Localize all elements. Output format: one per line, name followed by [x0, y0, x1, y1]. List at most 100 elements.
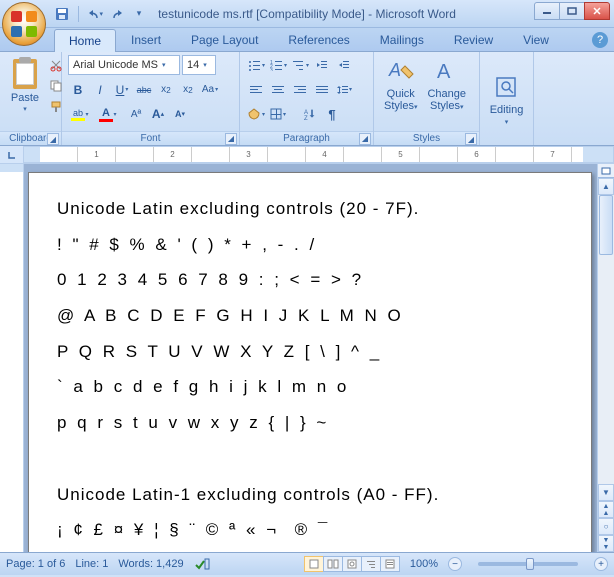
editing-label: Editing [490, 104, 524, 116]
italic-button[interactable]: I [90, 80, 110, 100]
borders-button[interactable]: ▾ [268, 104, 288, 124]
page-scroll-area[interactable]: Unicode Latin excluding controls (20 - 7… [24, 164, 597, 552]
tab-review[interactable]: Review [439, 28, 508, 51]
scroll-down-button[interactable]: ▼ [598, 484, 614, 501]
web-layout-view-button[interactable] [342, 556, 362, 572]
svg-text:Z: Z [304, 116, 308, 120]
bullets-button[interactable]: ▾ [246, 55, 266, 75]
close-button[interactable] [584, 2, 610, 20]
save-icon[interactable] [54, 6, 70, 22]
tab-page-layout[interactable]: Page Layout [176, 28, 273, 51]
svg-text:A: A [437, 61, 451, 83]
paragraph-dialog-launcher[interactable]: ◢ [359, 133, 371, 145]
zoom-level[interactable]: 100% [410, 558, 438, 570]
tab-view[interactable]: View [508, 28, 564, 51]
zoom-in-button[interactable]: + [594, 557, 608, 571]
editing-button[interactable]: Editing ▾ [486, 55, 527, 144]
sort-button[interactable]: AZ [300, 104, 320, 124]
align-left-button[interactable] [246, 80, 266, 100]
font-group-label: Font◢ [62, 131, 239, 145]
clear-formatting-button[interactable]: Aª [126, 104, 146, 124]
tab-home[interactable]: Home [54, 29, 116, 52]
help-icon[interactable]: ? [592, 32, 608, 48]
minimize-button[interactable] [534, 2, 560, 20]
shading-button[interactable]: ▾ [246, 104, 266, 124]
status-line[interactable]: Line: 1 [75, 558, 108, 570]
font-name-combo[interactable]: Arial Unicode MS▾ [68, 55, 180, 75]
draft-view-button[interactable] [380, 556, 400, 572]
statusbar: Page: 1 of 6 Line: 1 Words: 1,429 100% −… [0, 552, 614, 575]
tab-selector[interactable] [0, 146, 24, 163]
clipboard-dialog-launcher[interactable]: ◢ [47, 133, 59, 145]
zoom-out-button[interactable]: − [448, 557, 462, 571]
window-title: testunicode ms.rtf [Compatibility Mode] … [158, 7, 456, 21]
maximize-button[interactable] [559, 2, 585, 20]
browse-object-button[interactable]: ○ [598, 518, 614, 535]
grow-font-button[interactable]: A▴ [148, 104, 168, 124]
quick-styles-button[interactable]: A QuickStyles▾ [380, 55, 421, 129]
tab-mailings[interactable]: Mailings [365, 28, 439, 51]
shrink-font-button[interactable]: A▾ [170, 104, 190, 124]
office-button[interactable] [2, 2, 46, 46]
next-page-button[interactable]: ▼▼ [598, 535, 614, 552]
change-case-button[interactable]: Aa▾ [200, 80, 220, 100]
line-spacing-button[interactable]: ▾ [334, 80, 354, 100]
fullscreen-reading-view-button[interactable] [323, 556, 343, 572]
highlight-button[interactable]: ab▾ [68, 104, 88, 124]
spellcheck-icon[interactable] [194, 557, 210, 571]
status-words[interactable]: Words: 1,429 [118, 558, 183, 570]
qat-customize-icon[interactable]: ▾ [131, 6, 147, 22]
increase-indent-button[interactable] [334, 55, 354, 75]
group-clipboard: Paste ▾ Clipboard◢ [0, 52, 62, 145]
status-page[interactable]: Page: 1 of 6 [6, 558, 65, 570]
tab-references[interactable]: References [273, 28, 364, 51]
align-right-button[interactable] [290, 80, 310, 100]
show-marks-button[interactable]: ¶ [322, 104, 342, 124]
bold-button[interactable]: B [68, 80, 88, 100]
group-editing: Editing ▾ [480, 52, 534, 145]
scroll-up-button[interactable]: ▲ [598, 178, 614, 195]
zoom-slider[interactable] [478, 562, 578, 566]
underline-button[interactable]: U▾ [112, 80, 132, 100]
ribbon: Paste ▾ Clipboard◢ Arial Unicode MS▾ 14▾… [0, 52, 614, 146]
page-content[interactable]: Unicode Latin excluding controls (20 - 7… [57, 191, 563, 552]
decrease-indent-button[interactable] [312, 55, 332, 75]
change-styles-button[interactable]: A ChangeStyles▾ [423, 55, 470, 129]
window-controls [535, 2, 610, 20]
svg-text:3: 3 [270, 68, 273, 71]
group-paragraph: ▾ 123▾ ▾ ▾ ▾ ▾ AZ ¶ Paragraph◢ [240, 52, 374, 145]
superscript-button[interactable]: x2 [178, 80, 198, 100]
prev-page-button[interactable]: ▲▲ [598, 501, 614, 518]
quick-styles-label: QuickStyles▾ [384, 88, 417, 112]
ruler-row: 1234567891011121314 [0, 146, 614, 164]
font-color-button[interactable]: A▾ [96, 104, 116, 124]
outline-view-button[interactable] [361, 556, 381, 572]
office-logo-icon [11, 11, 37, 37]
numbering-button[interactable]: 123▾ [268, 55, 288, 75]
subscript-button[interactable]: x2 [156, 80, 176, 100]
scroll-thumb[interactable] [599, 195, 613, 255]
strikethrough-button[interactable]: abc [134, 80, 154, 100]
align-center-button[interactable] [268, 80, 288, 100]
titlebar: ▾ ▾ testunicode ms.rtf [Compatibility Mo… [0, 0, 614, 28]
change-styles-icon: A [432, 57, 462, 87]
redo-icon[interactable] [109, 6, 125, 22]
horizontal-ruler[interactable]: 1234567891011121314 [24, 146, 614, 163]
paste-button[interactable]: Paste ▾ [6, 55, 44, 129]
vertical-ruler[interactable] [0, 164, 24, 552]
styles-group-label: Styles◢ [374, 131, 479, 145]
tab-insert[interactable]: Insert [116, 28, 176, 51]
group-styles: A QuickStyles▾ A ChangeStyles▾ Styles◢ [374, 52, 480, 145]
undo-icon[interactable]: ▾ [87, 6, 103, 22]
zoom-thumb[interactable] [526, 558, 534, 570]
paste-icon [10, 57, 40, 91]
font-size-combo[interactable]: 14▾ [182, 55, 216, 75]
ruler-toggle-button[interactable] [598, 164, 614, 178]
styles-dialog-launcher[interactable]: ◢ [465, 133, 477, 145]
view-buttons [305, 556, 400, 572]
multilevel-button[interactable]: ▾ [290, 55, 310, 75]
font-dialog-launcher[interactable]: ◢ [225, 133, 237, 145]
scroll-track[interactable] [598, 195, 614, 484]
print-layout-view-button[interactable] [304, 556, 324, 572]
justify-button[interactable] [312, 80, 332, 100]
